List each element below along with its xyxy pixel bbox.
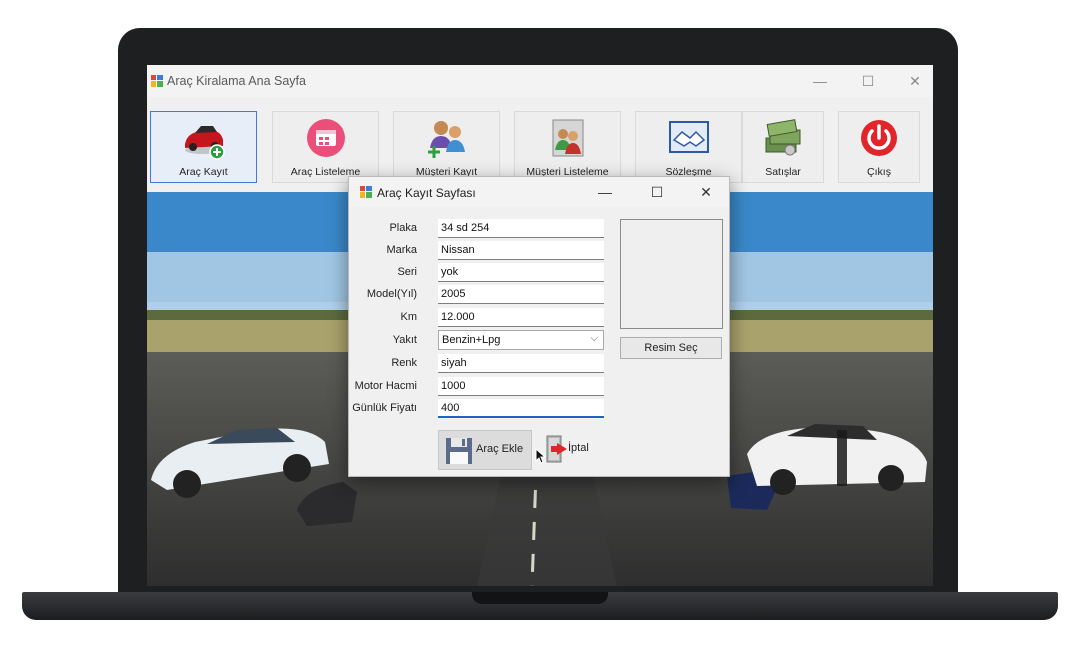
power-icon xyxy=(861,120,897,156)
satislar-button[interactable]: Satışlar xyxy=(742,111,824,183)
app-window-icon xyxy=(151,75,163,87)
arac-kayit-button[interactable]: Araç Kayıt xyxy=(150,111,257,183)
arac-ekle-label: Araç Ekle xyxy=(476,443,524,455)
resim-sec-button[interactable]: Resim Seç xyxy=(620,337,722,359)
satislar-label: Satışlar xyxy=(765,166,801,178)
vehicle-image-box xyxy=(620,219,723,329)
yakit-selected-value: Benzin+Lpg xyxy=(442,334,501,346)
arac-ekle-button[interactable]: Araç Ekle xyxy=(438,430,532,470)
dialog-window-icon xyxy=(360,186,372,198)
dialog-close-button[interactable]: ✕ xyxy=(695,181,717,203)
musteri-kayit-button[interactable]: Müşteri Kayıt xyxy=(393,111,500,183)
car-add-icon xyxy=(184,126,225,160)
renk-field[interactable] xyxy=(438,354,604,373)
iptal-label: İptal xyxy=(568,442,589,454)
arac-kayit-label: Araç Kayıt xyxy=(179,166,228,178)
model-yil-label: Model(Yıl) xyxy=(366,288,417,300)
km-field[interactable] xyxy=(438,308,604,327)
list-calendar-icon xyxy=(306,119,345,157)
money-stack-icon xyxy=(765,119,801,156)
yakit-label: Yakıt xyxy=(392,334,417,346)
save-floppy-icon xyxy=(446,438,472,464)
arac-listeleme-button[interactable]: Araç Listeleme xyxy=(272,111,379,183)
laptop-notch xyxy=(472,592,608,604)
main-window-title: Araç Kiralama Ana Sayfa xyxy=(167,74,306,88)
seri-label: Seri xyxy=(397,266,417,278)
cikis-label: Çıkış xyxy=(867,166,891,178)
plaka-field[interactable] xyxy=(438,219,604,238)
motor-hacmi-label: Motor Hacmi xyxy=(354,380,417,392)
dialog-titlebar: Araç Kayıt Sayfası — ☐ ✕ xyxy=(349,177,729,207)
renk-label: Renk xyxy=(391,357,417,369)
marka-field[interactable] xyxy=(438,241,604,260)
yakit-select[interactable]: Benzin+Lpg ⌵ xyxy=(438,330,604,350)
cikis-button[interactable]: Çıkış xyxy=(838,111,920,183)
gunluk-fiyati-label: Günlük Fiyatı xyxy=(352,402,417,414)
iptal-button[interactable]: İptal xyxy=(541,430,605,470)
main-titlebar: Araç Kiralama Ana Sayfa — ☐ ✕ xyxy=(147,65,933,97)
close-button[interactable]: ✕ xyxy=(904,71,926,91)
km-label: Km xyxy=(400,311,418,323)
exit-door-icon xyxy=(546,435,567,463)
minimize-button[interactable]: — xyxy=(809,71,831,91)
gunluk-fiyati-field[interactable] xyxy=(438,399,604,418)
sozlesme-button[interactable]: Sözleşme xyxy=(635,111,742,183)
dialog-maximize-button[interactable]: ☐ xyxy=(646,181,668,203)
dialog-title: Araç Kayıt Sayfası xyxy=(377,186,476,200)
handshake-icon xyxy=(668,121,709,153)
customer-add-icon xyxy=(427,121,465,158)
model-yil-field[interactable] xyxy=(438,285,604,304)
motor-hacmi-field[interactable] xyxy=(438,377,604,396)
marka-label: Marka xyxy=(386,244,417,256)
chevron-down-icon: ⌵ xyxy=(590,333,598,344)
customer-list-icon xyxy=(552,119,583,157)
musteri-listeleme-button[interactable]: Müşteri Listeleme xyxy=(514,111,621,183)
plaka-label: Plaka xyxy=(389,222,417,234)
app-window: Araç Kiralama Ana Sayfa — ☐ ✕ Araç Kayıt xyxy=(147,65,933,586)
seri-field[interactable] xyxy=(438,263,604,282)
dialog-minimize-button[interactable]: — xyxy=(594,181,616,203)
maximize-button[interactable]: ☐ xyxy=(857,71,879,91)
arac-kayit-dialog: Araç Kayıt Sayfası — ☐ ✕ Plaka Marka Ser… xyxy=(348,176,730,477)
